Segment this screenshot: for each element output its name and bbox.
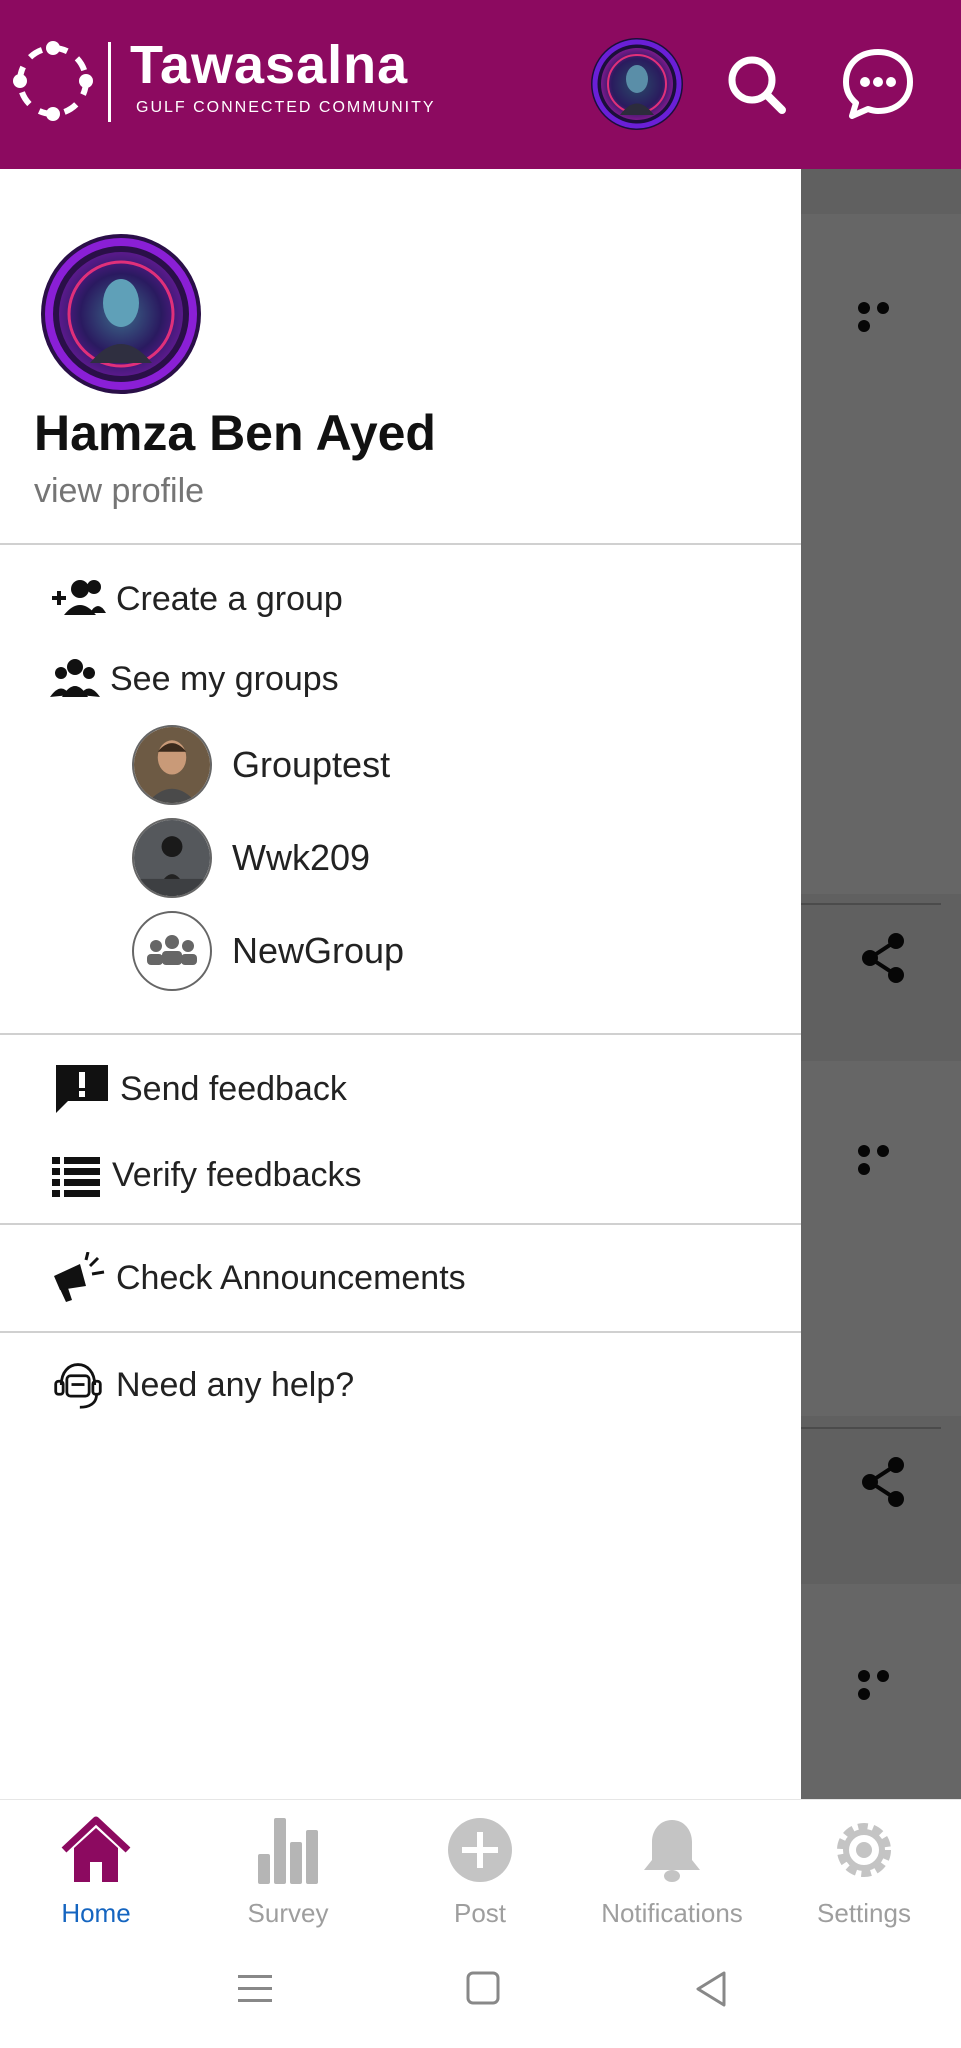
navigation-drawer: Hamza Ben Ayed view profile Create a gro… <box>0 169 801 1799</box>
check-announcements-item[interactable]: Check Announcements <box>50 1252 466 1304</box>
bar-chart-icon <box>258 1818 318 1884</box>
nav-home-label: Home <box>61 1898 131 1928</box>
groups-icon <box>50 659 100 697</box>
bell-icon <box>644 1820 700 1882</box>
megaphone-icon <box>54 1252 105 1302</box>
see-groups-label: See my groups <box>110 660 339 698</box>
bottom-navigation: Home Survey Post Notifications Settings <box>0 1799 961 1932</box>
brand-tagline: GULF CONNECTED COMMUNITY <box>136 99 436 116</box>
create-group-item[interactable]: Create a group <box>50 573 343 625</box>
nav-notifications[interactable]: Notifications <box>576 1800 768 1932</box>
nav-settings-label: Settings <box>817 1898 911 1928</box>
search-icon[interactable] <box>720 48 792 120</box>
view-profile-link[interactable]: view profile <box>34 471 204 512</box>
create-group-label: Create a group <box>116 580 343 618</box>
drawer-divider <box>0 1033 801 1035</box>
need-help-label: Need any help? <box>116 1366 355 1404</box>
add-group-icon <box>52 580 106 615</box>
system-navigation-bar <box>0 1931 961 2048</box>
nav-settings[interactable]: Settings <box>768 1800 960 1932</box>
nav-survey-label: Survey <box>247 1898 329 1928</box>
nav-home[interactable]: Home <box>0 1800 192 1932</box>
support-agent-icon <box>54 1363 102 1409</box>
group-photo-icon <box>134 820 210 896</box>
nav-post-label: Post <box>453 1898 507 1928</box>
nav-post[interactable]: Post <box>384 1800 576 1932</box>
chat-icon[interactable] <box>838 44 918 124</box>
group-name: NewGroup <box>232 930 405 971</box>
group-item-grouptest[interactable]: Grouptest <box>132 725 390 805</box>
nav-survey[interactable]: Survey <box>192 1800 384 1932</box>
list-icon <box>52 1157 100 1197</box>
profile-name: Hamza Ben Ayed <box>34 405 436 461</box>
group-avatar <box>132 818 212 898</box>
feedback-icon <box>56 1065 108 1113</box>
announcements-label: Check Announcements <box>116 1259 466 1297</box>
header-avatar[interactable] <box>590 37 684 131</box>
app-header: Tawasalna GULF CONNECTED COMMUNITY <box>0 0 961 169</box>
nav-notifications-label: Notifications <box>601 1898 743 1928</box>
back-triangle-icon[interactable] <box>688 1967 738 2011</box>
gear-icon <box>837 1823 891 1877</box>
home-square-icon[interactable] <box>458 1967 508 2011</box>
group-item-wwk209[interactable]: Wwk209 <box>132 818 370 898</box>
plus-circle-icon <box>448 1818 512 1882</box>
group-item-newgroup[interactable]: NewGroup <box>132 911 404 991</box>
group-name: Grouptest <box>232 744 391 785</box>
group-avatar <box>132 725 212 805</box>
verify-feedbacks-label: Verify feedbacks <box>112 1156 362 1194</box>
see-groups-item[interactable]: See my groups <box>50 653 339 705</box>
logo-divider <box>108 42 111 122</box>
home-icon <box>61 1816 131 1882</box>
send-feedback-label: Send feedback <box>120 1070 347 1108</box>
group-photo-icon <box>134 727 210 803</box>
default-group-icon <box>147 935 197 965</box>
send-feedback-item[interactable]: Send feedback <box>54 1063 347 1115</box>
drawer-divider <box>0 1223 801 1225</box>
brand-name: Tawasalna <box>130 35 409 95</box>
drawer-divider <box>0 1331 801 1333</box>
group-name: Wwk209 <box>232 837 371 878</box>
need-help-item[interactable]: Need any help? <box>50 1359 354 1411</box>
drawer-divider <box>0 543 801 545</box>
profile-avatar[interactable] <box>40 233 202 395</box>
logo-ring-icon <box>13 41 93 121</box>
verify-feedbacks-item[interactable]: Verify feedbacks <box>50 1149 361 1201</box>
recent-apps-icon[interactable] <box>230 1967 280 2011</box>
group-avatar <box>132 911 212 991</box>
